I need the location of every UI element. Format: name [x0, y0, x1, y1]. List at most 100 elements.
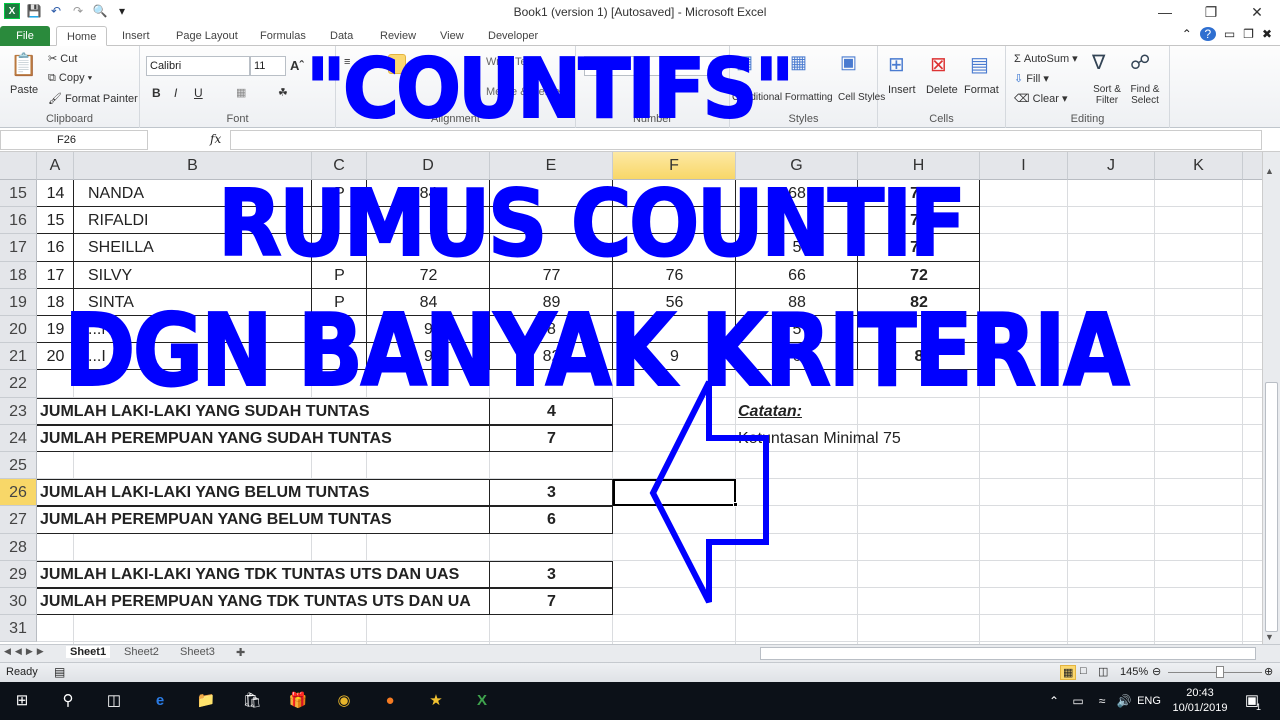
cell-a18[interactable]: 17	[37, 262, 74, 289]
tab-page-layout[interactable]: Page Layout	[166, 26, 248, 46]
firefox-icon[interactable]: ●	[380, 691, 400, 711]
underline-button[interactable]: U	[194, 86, 203, 100]
summary-value[interactable]: 7	[490, 424, 613, 452]
workbook-close-icon[interactable]: ✖	[1262, 27, 1272, 41]
row-header-24[interactable]: 24	[0, 424, 37, 452]
row-header-28[interactable]: 28	[0, 533, 37, 561]
paste-button[interactable]: Paste	[10, 84, 38, 96]
task-view-icon[interactable]: ◫	[104, 691, 124, 711]
cell-a15[interactable]: 14	[37, 180, 74, 207]
column-header-a[interactable]: A	[37, 152, 74, 180]
summary-value[interactable]: 7	[490, 588, 613, 616]
normal-view-icon[interactable]: ▦	[1060, 665, 1077, 680]
tab-file[interactable]: File	[0, 26, 50, 46]
grow-font-icon[interactable]: Aˆ	[290, 58, 304, 73]
excel-taskbar-icon[interactable]: X	[472, 691, 492, 711]
summary-value[interactable]: 6	[490, 506, 613, 534]
minimize-button[interactable]: —	[1142, 0, 1188, 24]
borders-icon[interactable]: ▦	[236, 86, 246, 99]
store-icon[interactable]: 🛍	[242, 691, 262, 711]
fill-button[interactable]: ⇩ Fill ▾	[1014, 72, 1049, 85]
vertical-scroll-thumb[interactable]	[1265, 382, 1278, 632]
zoom-in-icon[interactable]: ⊕	[1264, 665, 1273, 678]
column-header-i[interactable]: I	[980, 152, 1068, 180]
clear-button[interactable]: ⌫ Clear ▾	[1014, 92, 1068, 105]
cell-styles-icon[interactable]: ▣	[840, 52, 857, 73]
battery-icon[interactable]: ▭	[1068, 691, 1088, 711]
sheet-nav-icons[interactable]: ◀◀▶▶	[4, 646, 48, 657]
sheet-tab-sheet3[interactable]: Sheet3	[180, 646, 215, 658]
row-header-21[interactable]: 21	[0, 343, 37, 371]
clock[interactable]: 20:43 10/01/2019	[1168, 686, 1232, 716]
row-header-22[interactable]: 22	[0, 370, 37, 398]
delete-button[interactable]: Delete	[926, 84, 958, 96]
find-select-button[interactable]: Find & Select	[1128, 84, 1162, 106]
row-header-30[interactable]: 30	[0, 588, 37, 616]
italic-button[interactable]: I	[174, 86, 177, 100]
column-header-j[interactable]: J	[1068, 152, 1155, 180]
zoom-level[interactable]: 145%	[1120, 666, 1148, 678]
insert-function-icon[interactable]: fx	[210, 132, 221, 146]
row-header-29[interactable]: 29	[0, 560, 37, 588]
close-button[interactable]: ✕	[1234, 0, 1280, 24]
summary-value[interactable]: 3	[490, 479, 613, 507]
wifi-icon[interactable]: ≈	[1092, 691, 1112, 711]
row-header-16[interactable]: 16	[0, 207, 37, 235]
row-header-25[interactable]: 25	[0, 452, 37, 480]
page-layout-view-icon[interactable]: □	[1080, 665, 1087, 677]
zoom-slider-handle[interactable]	[1216, 666, 1224, 678]
name-box[interactable]: F26	[0, 130, 148, 150]
row-header-23[interactable]: 23	[0, 397, 37, 425]
zoom-slider[interactable]	[1168, 672, 1262, 673]
cell-a16[interactable]: 15	[37, 207, 74, 234]
row-header-26[interactable]: 26	[0, 479, 37, 507]
language-indicator[interactable]: ENG	[1134, 691, 1164, 711]
format-button[interactable]: Format	[964, 84, 999, 96]
format-painter-button[interactable]: 🖌 Format Painter	[48, 92, 138, 105]
movie-maker-icon[interactable]: ★	[426, 691, 446, 711]
row-header-18[interactable]: 18	[0, 261, 37, 289]
page-break-view-icon[interactable]: ◫	[1098, 665, 1108, 678]
cell-a17[interactable]: 16	[37, 234, 74, 261]
edge-icon[interactable]: e	[150, 691, 170, 711]
vertical-scrollbar[interactable]: ▲ ▼	[1262, 152, 1280, 644]
insert-sheet-icon[interactable]: ✚	[236, 646, 245, 659]
row-header-17[interactable]: 17	[0, 234, 37, 262]
volume-icon[interactable]: 🔊	[1114, 691, 1134, 711]
sheet-tab-sheet1[interactable]: Sheet1	[66, 646, 111, 658]
bold-button[interactable]: B	[152, 86, 161, 100]
column-header-k[interactable]: K	[1155, 152, 1243, 180]
horizontal-scrollbar[interactable]	[760, 647, 1256, 660]
tab-insert[interactable]: Insert	[112, 26, 160, 46]
workbook-restore-icon[interactable]: ❐	[1243, 27, 1254, 41]
paste-icon[interactable]: 📋	[10, 52, 37, 78]
font-name-select[interactable]: Calibri	[146, 56, 250, 76]
tab-home[interactable]: Home	[56, 26, 108, 46]
format-table-icon[interactable]: ▦	[790, 52, 807, 73]
row-header-15[interactable]: 15	[0, 180, 37, 208]
zoom-out-icon[interactable]: ⊖	[1152, 665, 1161, 678]
macro-record-icon[interactable]: ▤	[54, 665, 65, 679]
scroll-up-icon[interactable]: ▲	[1265, 166, 1274, 176]
windows-start-icon[interactable]: ⊞	[12, 691, 32, 711]
scroll-down-icon[interactable]: ▼	[1265, 632, 1274, 642]
sheet-tab-sheet2[interactable]: Sheet2	[124, 646, 159, 658]
workbook-minimize-icon[interactable]: ▭	[1224, 27, 1235, 41]
autosum-button[interactable]: Σ AutoSum ▾	[1014, 52, 1078, 65]
gift-icon[interactable]: 🎁	[288, 691, 308, 711]
show-hidden-icons[interactable]: ⌃	[1044, 691, 1064, 711]
select-all-corner[interactable]	[0, 152, 37, 180]
sort-filter-button[interactable]: Sort & Filter	[1090, 84, 1124, 106]
row-header-31[interactable]: 31	[0, 615, 37, 643]
row-header-27[interactable]: 27	[0, 506, 37, 534]
search-icon[interactable]: ⚲	[58, 691, 78, 711]
copy-button[interactable]: ⧉ Copy ▾	[48, 72, 92, 85]
fill-color-icon[interactable]: ☘	[278, 86, 288, 99]
chrome-icon[interactable]: ◉	[334, 691, 354, 711]
minimize-ribbon-icon[interactable]: ⌃	[1182, 27, 1192, 41]
summary-value[interactable]: 3	[490, 560, 613, 588]
cut-button[interactable]: ✂ Cut	[48, 52, 77, 65]
insert-button[interactable]: Insert	[888, 84, 916, 96]
restore-button[interactable]: ❐	[1188, 0, 1234, 24]
font-size-select[interactable]: 11	[250, 56, 286, 76]
